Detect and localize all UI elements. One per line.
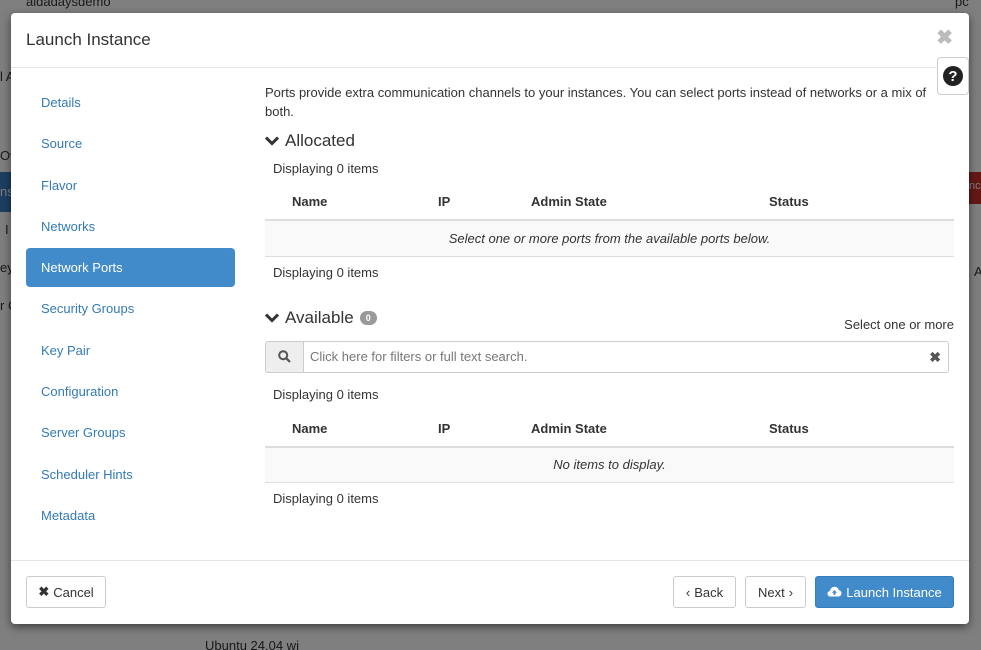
available-empty-message: No items to display. <box>265 446 954 483</box>
nav-item-source[interactable]: Source <box>26 124 235 163</box>
available-count-badge: 0 <box>359 310 377 325</box>
nav-item-details[interactable]: Details <box>26 83 235 122</box>
modal-footer: ✖ Cancel ‹ Back Next › Launch Instance <box>11 560 969 624</box>
chevron-down-icon <box>264 131 280 151</box>
select-note: Select one or more <box>844 316 954 332</box>
column-header-ip[interactable]: IP <box>438 184 531 221</box>
nav-item-security-groups[interactable]: Security Groups <box>26 289 235 328</box>
column-header-admin-state[interactable]: Admin State <box>531 410 769 448</box>
nav-item-metadata[interactable]: Metadata <box>26 496 235 535</box>
allocated-empty-message: Select one or more ports from the availa… <box>265 220 954 257</box>
cloud-upload-icon <box>827 585 842 600</box>
search-icon <box>265 340 303 373</box>
nav-item-flavor[interactable]: Flavor <box>26 166 235 205</box>
nav-item-key-pair[interactable]: Key Pair <box>26 331 235 370</box>
launch-label: Launch Instance <box>846 584 942 600</box>
close-icon: ✖ <box>38 584 50 599</box>
nav-item-networks[interactable]: Networks <box>26 207 235 246</box>
launch-instance-button[interactable]: Launch Instance <box>815 576 954 608</box>
column-header-admin-state[interactable]: Admin State <box>531 184 769 221</box>
column-header-name[interactable]: Name <box>265 184 438 221</box>
back-label: Back <box>694 584 724 600</box>
modal-body: Details Source Flavor Networks Network P… <box>11 69 969 559</box>
available-table: Name IP Admin State Status No items to d… <box>265 410 954 483</box>
search-box: ✖ <box>303 340 949 373</box>
table-row: Select one or more ports from the availa… <box>265 220 954 257</box>
chevron-down-icon <box>264 308 280 328</box>
nav-item-network-ports[interactable]: Network Ports <box>26 248 235 288</box>
cancel-button[interactable]: ✖ Cancel <box>26 576 106 608</box>
nav-item-scheduler-hints[interactable]: Scheduler Hints <box>26 455 235 494</box>
column-header-name[interactable]: Name <box>265 410 438 448</box>
available-toggle[interactable]: Available 0 <box>264 307 377 329</box>
modal-header: Launch Instance ✖ <box>11 13 969 68</box>
nav-item-server-groups[interactable]: Server Groups <box>26 413 235 452</box>
next-button[interactable]: Next › <box>745 576 806 608</box>
search-bar: ✖ <box>265 340 949 373</box>
column-header-status[interactable]: Status <box>769 184 954 221</box>
column-header-status[interactable]: Status <box>769 410 954 448</box>
search-input[interactable] <box>303 340 949 373</box>
close-icon[interactable]: ✖ <box>936 25 953 50</box>
available-header: Available 0 Select one or more <box>264 307 954 332</box>
column-header-ip[interactable]: IP <box>438 410 531 448</box>
allocated-count-bottom: Displaying 0 items <box>273 264 379 280</box>
back-button[interactable]: ‹ Back <box>673 576 736 608</box>
step-description: Ports provide extra communication channe… <box>265 85 927 119</box>
wizard-nav: Details Source Flavor Networks Network P… <box>26 83 235 537</box>
table-row: No items to display. <box>265 446 954 483</box>
chevron-right-icon: › <box>788 584 794 600</box>
modal-title: Launch Instance <box>26 30 151 49</box>
available-title: Available <box>285 307 354 327</box>
network-ports-step: Ports provide extra communication channe… <box>264 83 954 509</box>
clear-search-icon[interactable]: ✖ <box>929 349 941 366</box>
allocated-title: Allocated <box>285 131 355 150</box>
chevron-left-icon: ‹ <box>685 584 691 600</box>
cancel-label: Cancel <box>53 584 94 600</box>
next-label: Next <box>757 584 785 600</box>
available-count-bottom: Displaying 0 items <box>273 491 379 506</box>
available-count-top: Displaying 0 items <box>273 386 379 402</box>
allocated-table: Name IP Admin State Status Select one or… <box>265 184 954 257</box>
launch-instance-modal: Launch Instance ✖ ? Details Source Flavo… <box>11 13 969 624</box>
allocated-count-top: Displaying 0 items <box>273 161 379 176</box>
allocated-toggle[interactable]: Allocated <box>264 130 954 152</box>
nav-item-configuration[interactable]: Configuration <box>26 372 235 411</box>
